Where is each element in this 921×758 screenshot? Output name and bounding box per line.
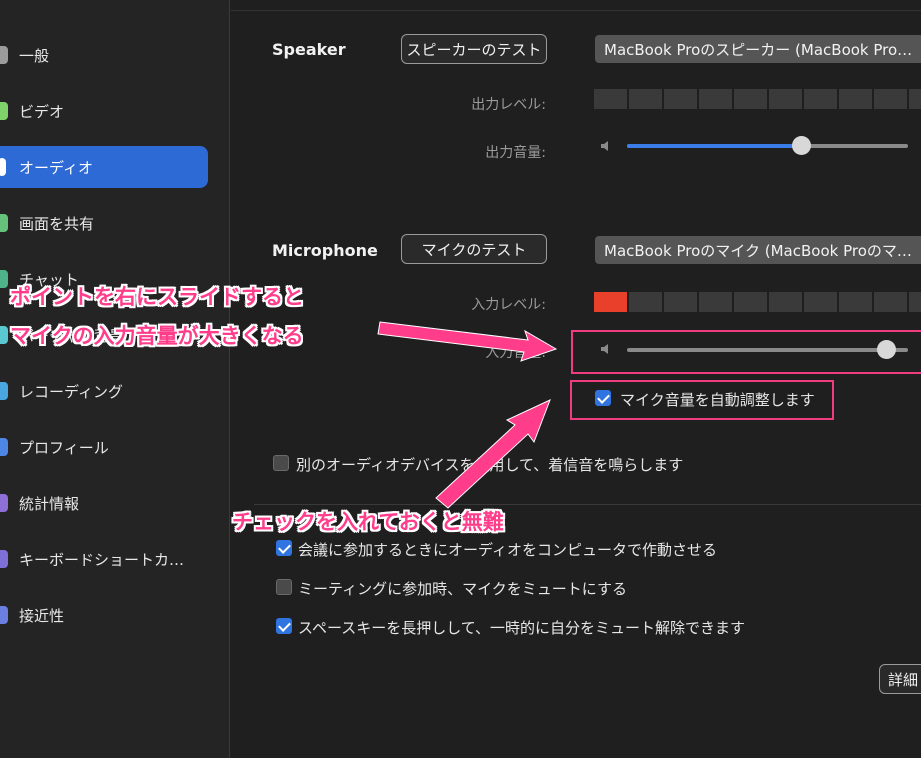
sidebar-item-accessibility[interactable]: 接近性 [0, 594, 208, 636]
input-level-meter [594, 292, 921, 312]
mute-on-join-checkbox[interactable] [276, 579, 292, 595]
sidebar-item-statistics[interactable]: 統計情報 [0, 482, 208, 524]
join-computer-audio-checkbox[interactable] [276, 540, 292, 556]
output-level-segment [699, 89, 732, 109]
settings-sidebar: 一般 ビデオ オーディオ 画面を共有 チャット バーチャル背景 レコーディング … [0, 0, 230, 758]
sidebar-item-audio[interactable]: オーディオ [0, 146, 208, 188]
speaker-device-value: MacBook Proのスピーカー (MacBook Pro… [604, 40, 913, 59]
sidebar-item-label: 一般 [19, 46, 50, 65]
output-volume-label: 出力音量: [485, 145, 546, 161]
top-divider [231, 10, 921, 11]
video-icon [0, 102, 8, 120]
headphones-icon [0, 158, 6, 176]
output-level-segment [804, 89, 837, 109]
input-level-segment [594, 292, 627, 312]
recording-icon [0, 382, 8, 400]
slider-highlight-box [571, 330, 921, 374]
test-speaker-button[interactable]: スピーカーのテスト [401, 34, 547, 64]
output-level-label: 出力レベル: [471, 97, 546, 113]
sidebar-item-label: 画面を共有 [19, 214, 95, 233]
input-level-segment [629, 292, 662, 312]
mute-on-join-label: ミーティングに参加時、マイクをミュートにする [298, 580, 627, 598]
audio-settings-panel: Speaker スピーカーのテスト MacBook Proのスピーカー (Mac… [231, 0, 921, 758]
output-volume-slider[interactable] [627, 136, 908, 155]
sidebar-item-video[interactable]: ビデオ [0, 90, 208, 132]
input-level-segment [874, 292, 907, 312]
space-unmute-checkbox[interactable] [276, 618, 292, 634]
output-level-segment [909, 89, 921, 109]
microphone-section-label: Microphone [272, 241, 378, 260]
input-level-segment [839, 292, 872, 312]
input-level-segment [664, 292, 697, 312]
speaker-section-label: Speaker [272, 40, 346, 59]
input-level-segment [769, 292, 802, 312]
statistics-icon [0, 494, 8, 512]
output-level-segment [839, 89, 872, 109]
slider-annotation-line2: マイクの入力音量が大きくなる [10, 324, 304, 348]
output-level-segment [629, 89, 662, 109]
general-icon [0, 46, 8, 64]
test-microphone-button[interactable]: マイクのテスト [401, 234, 547, 264]
sidebar-item-label: プロフィール [19, 438, 109, 457]
output-level-segment [734, 89, 767, 109]
accessibility-icon [0, 606, 8, 624]
speaker-device-select[interactable]: MacBook Proのスピーカー (MacBook Pro… [595, 35, 921, 63]
separate-ringtone-device-checkbox[interactable] [273, 455, 289, 471]
input-level-segment [909, 292, 921, 312]
microphone-device-value: MacBook Proのマイク (MacBook Proのマ… [604, 241, 912, 260]
checkbox-annotation: チェックを入れておくと無難 [232, 510, 504, 534]
output-level-segment [874, 89, 907, 109]
sidebar-item-label: 接近性 [19, 606, 65, 625]
input-level-segment [734, 292, 767, 312]
sidebar-item-profile[interactable]: プロフィール [0, 426, 208, 468]
output-level-segment [664, 89, 697, 109]
speaker-volume-icon [601, 141, 608, 151]
sidebar-item-label: レコーディング [19, 382, 123, 401]
input-level-segment [804, 292, 837, 312]
sidebar-item-share-screen[interactable]: 画面を共有 [0, 202, 208, 244]
share-screen-icon [0, 214, 8, 232]
sidebar-item-recording[interactable]: レコーディング [0, 370, 208, 412]
chat-icon [0, 270, 8, 288]
input-volume-label: 入力音量: [485, 345, 546, 361]
input-level-label: 入力レベル: [471, 297, 546, 313]
advanced-button[interactable]: 詳細 [879, 664, 921, 694]
input-level-segment [699, 292, 732, 312]
sidebar-item-label: オーディオ [19, 158, 93, 177]
checkbox-highlight-box [570, 380, 834, 420]
separate-ringtone-device-label: 別のオーディオデバイスを使用して、着信音を鳴らします [296, 456, 684, 474]
sidebar-item-general[interactable]: 一般 [0, 34, 208, 76]
options-divider [254, 504, 921, 505]
keyboard-icon [0, 550, 8, 568]
profile-icon [0, 438, 8, 456]
join-computer-audio-label: 会議に参加するときにオーディオをコンピュータで作動させる [298, 541, 717, 559]
space-unmute-label: スペースキーを長押しして、一時的に自分をミュート解除できます [298, 619, 746, 637]
microphone-device-select[interactable]: MacBook Proのマイク (MacBook Proのマ… [595, 236, 921, 264]
sidebar-item-keyboard-shortcuts[interactable]: キーボードショートカ… [0, 538, 208, 580]
output-level-segment [769, 89, 802, 109]
output-volume-knob[interactable] [792, 136, 812, 155]
output-volume-fill [627, 144, 802, 148]
slider-annotation-line1: ポイントを右にスライドすると [10, 285, 304, 309]
output-level-meter [594, 89, 921, 109]
sidebar-item-label: ビデオ [19, 102, 65, 121]
virtual-background-icon [0, 326, 8, 344]
sidebar-item-label: 統計情報 [19, 494, 80, 513]
output-level-segment [594, 89, 627, 109]
sidebar-item-label: キーボードショートカ… [19, 550, 185, 569]
